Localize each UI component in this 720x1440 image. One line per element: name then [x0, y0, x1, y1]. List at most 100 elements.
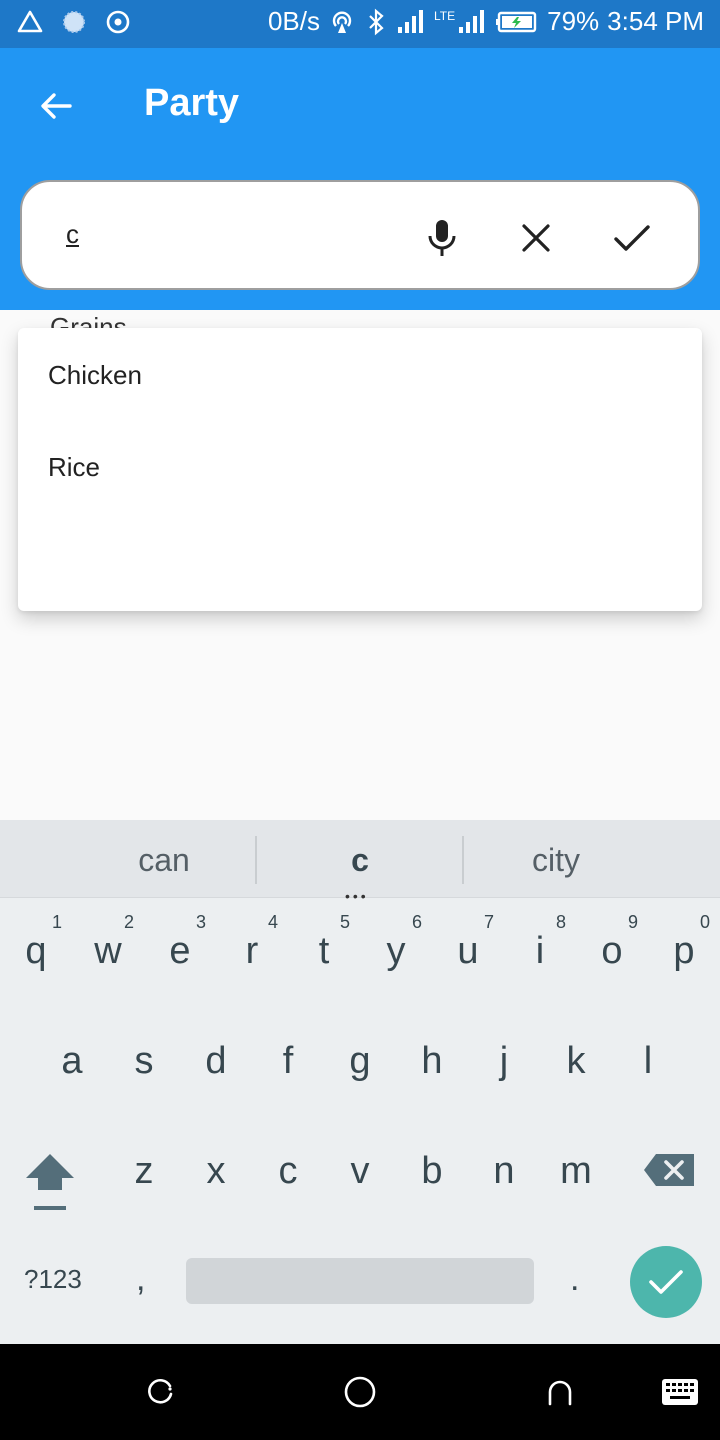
more-suggestions-dots[interactable]: ••• — [345, 888, 369, 904]
key-label: e — [169, 930, 191, 972]
key-label: k — [566, 1040, 586, 1082]
signal-lte-icon — [459, 9, 485, 33]
suggestion-can[interactable]: can — [104, 842, 224, 879]
backspace-icon — [644, 1154, 694, 1186]
key-p[interactable]: 0p — [654, 912, 714, 1000]
key-label: o — [601, 930, 623, 972]
key-label: y — [386, 930, 406, 972]
key-q[interactable]: 1q — [6, 912, 66, 1000]
key-label: i — [535, 930, 545, 972]
space-key[interactable] — [186, 1258, 534, 1304]
home-circle-icon — [344, 1376, 376, 1408]
key-number: 0 — [699, 912, 710, 932]
key-g[interactable]: g — [330, 1030, 390, 1110]
status-right: 0B/s LTE 79% 3:54 PM — [268, 6, 704, 37]
key-w[interactable]: 2w — [78, 912, 138, 1000]
key-label: m — [560, 1150, 592, 1192]
key-number: 9 — [627, 912, 638, 932]
key-o[interactable]: 9o — [582, 912, 642, 1000]
key-i[interactable]: 8i — [510, 912, 570, 1000]
hotspot-icon — [332, 11, 352, 33]
battery-icon — [496, 11, 537, 32]
key-label: d — [205, 1040, 227, 1082]
key-d[interactable]: d — [186, 1030, 246, 1110]
key-number: 2 — [123, 912, 134, 932]
dropdown-item-chicken[interactable]: Chicken — [48, 360, 142, 391]
keyboard-icon — [662, 1379, 698, 1405]
key-label: z — [134, 1150, 154, 1192]
suggestion-dropdown: Chicken Rice — [18, 328, 702, 611]
key-l[interactable]: l — [618, 1030, 678, 1110]
key-u[interactable]: 7u — [438, 912, 498, 1000]
comma-key[interactable]: , — [136, 1260, 145, 1299]
key-v[interactable]: v — [330, 1140, 390, 1220]
suggestion-c[interactable]: c — [300, 842, 420, 879]
key-b[interactable]: b — [402, 1140, 462, 1220]
clear-button[interactable] — [512, 214, 560, 262]
backspace-key[interactable] — [642, 1150, 698, 1190]
page-title: Party — [144, 82, 240, 124]
soft-keyboard: can c ••• city 1q 2w 3e 4r 5t 6y 7u 8i 9… — [0, 820, 720, 1344]
key-y[interactable]: 6y — [366, 912, 426, 1000]
key-label: n — [493, 1150, 515, 1192]
key-r[interactable]: 4r — [222, 912, 282, 1000]
key-j[interactable]: j — [474, 1030, 534, 1110]
key-label: g — [349, 1040, 371, 1082]
key-label: x — [206, 1150, 226, 1192]
key-h[interactable]: h — [402, 1030, 462, 1110]
suggestion-divider — [462, 836, 464, 884]
sphere-icon — [63, 11, 85, 33]
key-n[interactable]: n — [474, 1140, 534, 1220]
suggestion-divider — [255, 836, 257, 884]
bluetooth-icon — [369, 8, 384, 35]
key-number: 6 — [411, 912, 422, 932]
shift-key[interactable] — [20, 1150, 80, 1216]
key-e[interactable]: 3e — [150, 912, 210, 1000]
key-label: p — [673, 930, 695, 972]
confirm-button[interactable] — [608, 214, 656, 262]
suggestion-strip: can c ••• city — [0, 820, 720, 904]
dropdown-item-rice[interactable]: Rice — [48, 452, 100, 483]
network-speed: 0B/s — [267, 6, 320, 36]
key-a[interactable]: a — [42, 1030, 102, 1110]
key-label: w — [94, 930, 122, 972]
clock: 3:54 PM — [607, 6, 704, 36]
key-label: t — [318, 930, 330, 972]
key-label: a — [61, 1040, 83, 1082]
recents-icon — [148, 1379, 173, 1404]
key-t[interactable]: 5t — [294, 912, 354, 1000]
signal-icon — [398, 9, 423, 33]
symbols-key[interactable]: ?123 — [24, 1264, 82, 1295]
check-icon — [649, 1270, 683, 1294]
key-x[interactable]: x — [186, 1140, 246, 1220]
enter-key[interactable] — [630, 1246, 702, 1318]
key-number: 4 — [267, 912, 278, 932]
key-label: b — [421, 1150, 443, 1192]
key-s[interactable]: s — [114, 1030, 174, 1110]
keyboard-switch-button[interactable] — [660, 1372, 700, 1412]
key-label: h — [421, 1040, 443, 1082]
target-icon — [106, 10, 130, 34]
recents-button[interactable] — [140, 1372, 180, 1412]
key-number: 1 — [51, 912, 62, 932]
period-key[interactable]: . — [570, 1260, 579, 1299]
home-button[interactable] — [340, 1372, 380, 1412]
key-label: j — [499, 1040, 509, 1082]
key-m[interactable]: m — [546, 1140, 606, 1220]
arrow-back-icon — [41, 93, 72, 119]
search-input[interactable] — [66, 212, 386, 256]
back-button[interactable] — [28, 78, 84, 134]
status-bar: 0B/s LTE 79% 3:54 PM — [0, 0, 720, 48]
key-c[interactable]: c — [258, 1140, 318, 1220]
mic-button[interactable] — [418, 214, 466, 262]
key-label: u — [457, 930, 479, 972]
back-arch-icon — [548, 1380, 572, 1406]
key-k[interactable]: k — [546, 1030, 606, 1110]
key-f[interactable]: f — [258, 1030, 318, 1110]
suggestion-city[interactable]: city — [496, 842, 616, 879]
check-icon — [614, 225, 650, 251]
key-label: c — [278, 1150, 298, 1192]
key-label: f — [282, 1040, 294, 1082]
back-nav-button[interactable] — [540, 1372, 580, 1412]
key-z[interactable]: z — [114, 1140, 174, 1220]
